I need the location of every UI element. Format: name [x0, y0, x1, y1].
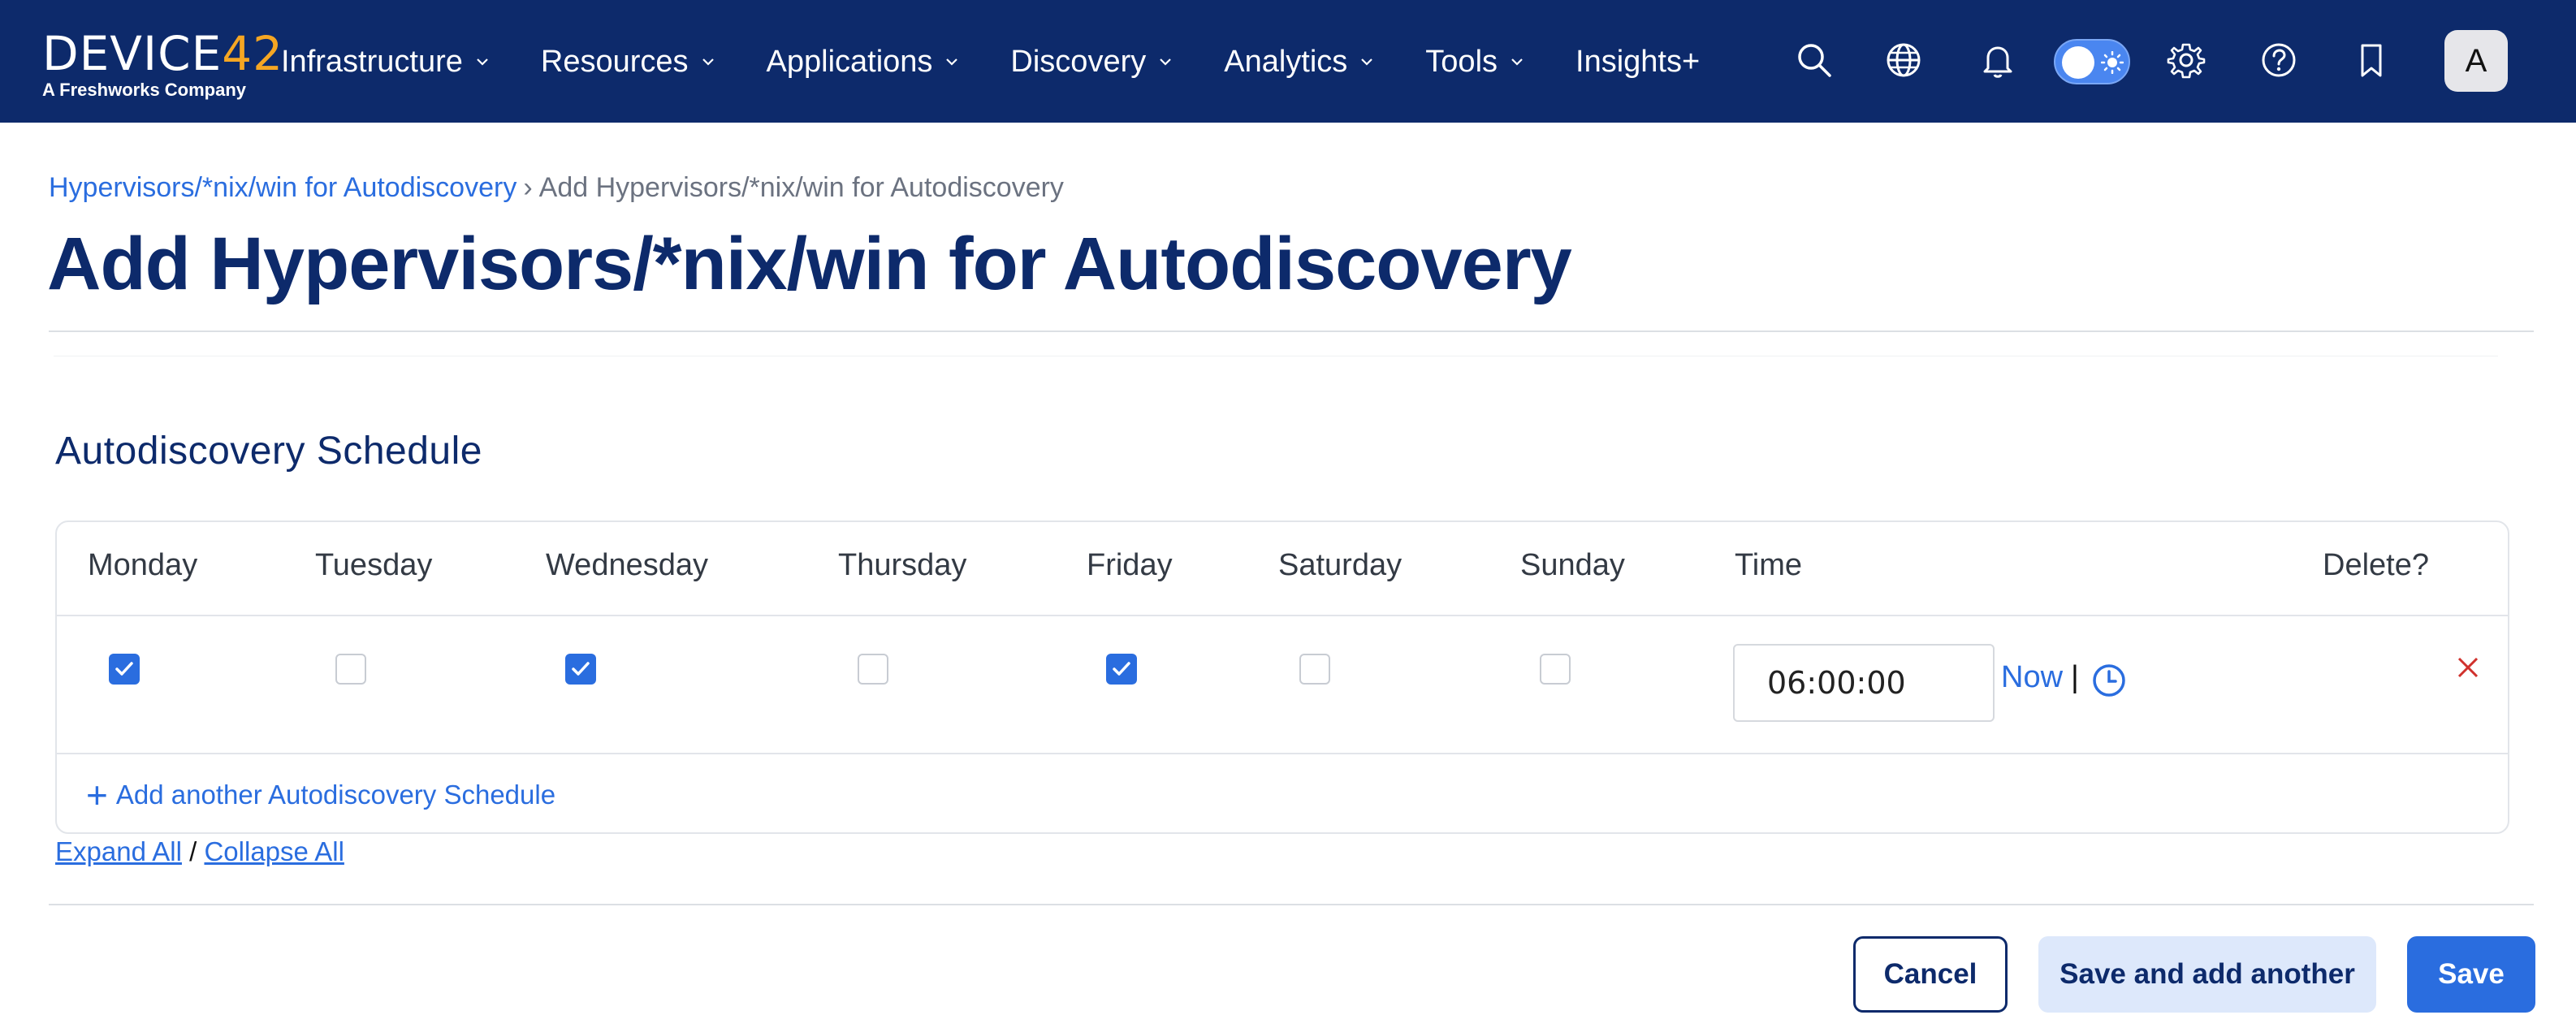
menu-label: Applications — [766, 44, 933, 79]
checkbox-tuesday[interactable] — [335, 654, 366, 685]
collapse-all-link[interactable]: Collapse All — [204, 836, 344, 866]
toggle-knob — [2062, 46, 2094, 79]
search-icon[interactable] — [1792, 37, 1837, 83]
device42-logo[interactable]: DEVICE42 A Freshworks Company — [42, 29, 283, 101]
theme-toggle[interactable] — [2054, 39, 2130, 84]
expand-collapse-separator: / — [189, 836, 197, 866]
column-header-tuesday: Tuesday — [315, 548, 433, 582]
clock-icon[interactable] — [2090, 662, 2128, 699]
menu-label: Tools — [1425, 44, 1498, 79]
save-button[interactable]: Save — [2407, 936, 2535, 1013]
top-navbar: DEVICE42 A Freshworks Company Infrastruc… — [0, 0, 2576, 123]
breadcrumb-separator: › — [523, 172, 533, 203]
chevron-down-icon — [1359, 54, 1375, 70]
add-schedule-label: Add another Autodiscovery Schedule — [115, 780, 556, 810]
menu-analytics[interactable]: Analytics — [1224, 45, 1375, 80]
breadcrumb-parent-link[interactable]: Hypervisors/*nix/win for Autodiscovery — [49, 172, 516, 203]
menu-resources[interactable]: Resources — [541, 45, 716, 80]
menu-tools[interactable]: Tools — [1425, 45, 1525, 80]
menu-discovery[interactable]: Discovery — [1010, 45, 1173, 80]
column-header-sunday: Sunday — [1520, 548, 1625, 582]
time-input[interactable] — [1733, 644, 1995, 722]
checkmark-icon — [1113, 662, 1130, 676]
logo-tagline: A Freshworks Company — [42, 80, 247, 100]
checkbox-sunday[interactable] — [1540, 654, 1571, 685]
divider — [49, 330, 2534, 332]
checkbox-monday[interactable] — [109, 654, 140, 685]
globe-icon[interactable] — [1881, 37, 1926, 83]
sun-icon — [2101, 51, 2124, 74]
bell-icon[interactable] — [1975, 37, 2021, 83]
column-header-thursday: Thursday — [838, 548, 967, 582]
cancel-button[interactable]: Cancel — [1853, 936, 2008, 1013]
chevron-down-icon — [700, 54, 716, 70]
column-header-friday: Friday — [1087, 548, 1173, 582]
user-avatar[interactable]: A — [2444, 30, 2508, 92]
menu-label: Analytics — [1224, 44, 1348, 79]
main-menu: Infrastructure Resources Applications Di… — [281, 37, 1750, 86]
menu-label: Insights+ — [1575, 44, 1701, 79]
menu-infrastructure[interactable]: Infrastructure — [281, 45, 491, 80]
menu-label: Resources — [540, 44, 689, 79]
logo-wordmark: DEVICE42 — [42, 26, 284, 81]
menu-applications[interactable]: Applications — [767, 45, 961, 80]
checkbox-thursday[interactable] — [858, 654, 888, 685]
menu-label: Infrastructure — [281, 44, 463, 79]
help-icon[interactable] — [2256, 37, 2302, 83]
chevron-down-icon — [1157, 54, 1173, 70]
checkmark-icon — [115, 662, 133, 676]
section-title: Autodiscovery Schedule — [55, 430, 482, 473]
checkbox-saturday[interactable] — [1299, 654, 1330, 685]
chevron-down-icon — [474, 54, 491, 70]
bookmark-icon[interactable] — [2349, 37, 2394, 83]
expand-collapse-controls: Expand All / Collapse All — [55, 836, 344, 867]
add-schedule-link[interactable]: + Add another Autodiscovery Schedule — [86, 774, 556, 816]
save-and-add-another-button[interactable]: Save and add another — [2038, 936, 2376, 1013]
column-header-wednesday: Wednesday — [546, 548, 708, 582]
menu-label: Discovery — [1010, 44, 1147, 79]
chevron-down-icon — [1509, 54, 1525, 70]
page-title: Add Hypervisors/*nix/win for Autodiscove… — [47, 222, 1572, 305]
column-header-saturday: Saturday — [1278, 548, 1403, 582]
breadcrumb: Hypervisors/*nix/win for Autodiscovery › A… — [49, 172, 1064, 204]
column-header-monday: Monday — [88, 548, 198, 582]
gear-icon[interactable] — [2163, 37, 2209, 83]
chevron-down-icon — [944, 54, 960, 70]
now-link[interactable]: Now — [2001, 660, 2063, 695]
expand-all-link[interactable]: Expand All — [55, 836, 182, 866]
column-header-delete: Delete? — [2323, 548, 2429, 582]
delete-icon[interactable] — [2448, 647, 2488, 688]
checkbox-friday[interactable] — [1106, 654, 1137, 685]
plus-icon: + — [86, 774, 108, 816]
breadcrumb-current: Add Hypervisors/*nix/win for Autodiscove… — [538, 172, 1064, 203]
checkmark-icon — [572, 662, 590, 676]
separator: | — [2071, 660, 2079, 694]
menu-insights[interactable]: Insights+ — [1575, 45, 1700, 80]
column-header-time: Time — [1735, 548, 1803, 582]
schedule-table: Monday Tuesday Wednesday Thursday Friday… — [55, 520, 2509, 834]
divider — [49, 904, 2534, 905]
checkbox-wednesday[interactable] — [565, 654, 596, 685]
schedule-row: Now | — [57, 615, 2508, 754]
schedule-header-row: Monday Tuesday Wednesday Thursday Friday… — [57, 522, 2508, 616]
